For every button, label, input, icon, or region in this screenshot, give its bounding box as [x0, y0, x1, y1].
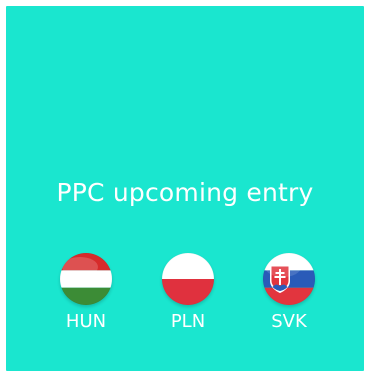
country-code: HUN: [65, 311, 107, 332]
country-code: PLN: [170, 311, 206, 332]
slovakia-flag-graphic: [263, 253, 315, 305]
country-item-pln[interactable]: PLN: [148, 253, 228, 333]
poland-flag-graphic: [162, 253, 214, 305]
hungary-flag-icon: [60, 253, 112, 305]
hungary-flag-graphic: [60, 253, 112, 305]
country-item-hun[interactable]: HUN: [46, 253, 126, 333]
country-item-svk[interactable]: SVK: [249, 253, 329, 333]
poland-flag-icon: [162, 253, 214, 305]
country-code: SVK: [271, 311, 307, 332]
ppc-entry-card: PPC upcoming entry HUN PLN SVK: [6, 6, 364, 371]
slovakia-flag-icon: [263, 253, 315, 305]
card-title: PPC upcoming entry: [56, 178, 314, 207]
